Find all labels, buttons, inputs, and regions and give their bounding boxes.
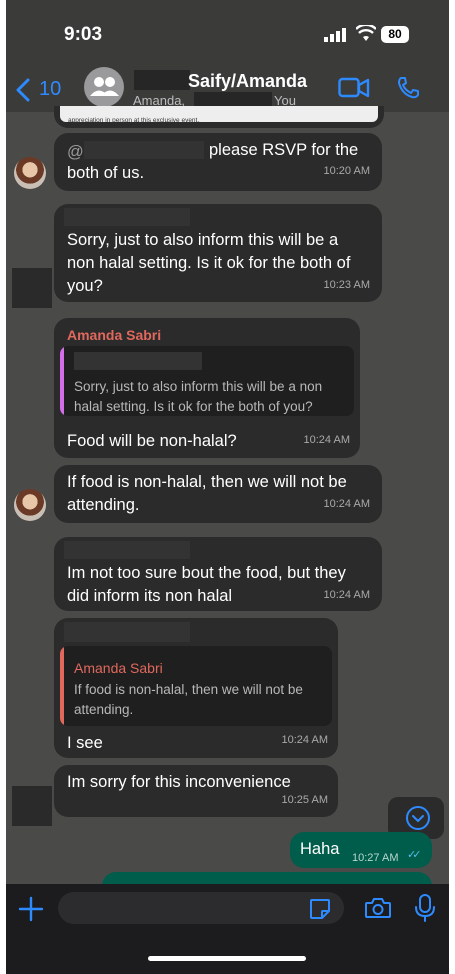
quote-text-line2: halal setting. Is it ok for the both of … xyxy=(74,399,313,414)
message-time: 10:27 AM xyxy=(352,852,399,864)
sender-avatar-redacted[interactable] xyxy=(12,268,52,308)
message-bubble[interactable]: Amanda Sabri Sorry, just to also inform … xyxy=(54,318,360,458)
quoted-message[interactable]: Sorry, just to also inform this will be … xyxy=(60,346,354,416)
message-time: 10:24 AM xyxy=(303,434,350,446)
redacted-name xyxy=(134,70,190,90)
quote-text-line2: attending. xyxy=(74,702,134,717)
redacted-mention xyxy=(84,141,204,159)
snippet-text: appreciation in person at this exclusive… xyxy=(68,117,200,124)
quote-text: If food is non-halal, then we will not b… xyxy=(74,682,303,697)
group-avatar-icon xyxy=(90,77,119,96)
message-text: Im sorry for this inconvenience xyxy=(67,773,291,791)
quoted-message[interactable]: Amanda Sabri If food is non-halal, then … xyxy=(60,646,332,726)
phone-icon[interactable] xyxy=(396,76,420,100)
message-time: 10:24 AM xyxy=(323,589,370,601)
message-text-line2: both of us. xyxy=(67,164,145,182)
group-avatar[interactable] xyxy=(84,67,124,107)
message-text-line2: did inform its non halal xyxy=(67,587,233,605)
signal-icon xyxy=(324,28,346,42)
message-input[interactable] xyxy=(58,892,344,924)
message-bubble[interactable]: @ please RSVP for the both of us. 10:20 … xyxy=(54,133,382,191)
camera-icon[interactable] xyxy=(364,896,392,920)
mention-at: @ xyxy=(67,143,84,161)
message-text: Food will be non-halal? xyxy=(67,432,237,450)
read-receipt-icon: ✓✓ xyxy=(407,849,422,861)
message-time: 10:23 AM xyxy=(323,279,370,291)
quote-text: Sorry, just to also inform this will be … xyxy=(74,379,323,394)
message-text-line3: you? xyxy=(67,277,103,295)
message-text: Sorry, just to also inform this will be … xyxy=(67,231,339,249)
message-time: 10:20 AM xyxy=(323,165,370,177)
message-bubble[interactable]: If food is non-halal, then we will not b… xyxy=(54,465,382,523)
sender-avatar[interactable] xyxy=(14,489,46,521)
message-text-line2: non halal setting. Is it ok for the both… xyxy=(67,254,351,272)
chat-title[interactable]: Saify/Amanda xyxy=(188,71,307,92)
wifi-icon xyxy=(356,25,376,41)
redacted-sender xyxy=(64,208,190,226)
unread-count[interactable]: 10 xyxy=(39,78,61,101)
message-time: 10:24 AM xyxy=(323,498,370,510)
phone-screen: 9:03 80 10 Saify/Amanda Amanda, You appr… xyxy=(6,0,449,974)
message-time: 10:25 AM xyxy=(281,794,328,806)
microphone-icon[interactable] xyxy=(414,893,436,923)
outgoing-message-bubble[interactable]: Haha 10:27 AM ✓✓ xyxy=(290,832,432,868)
home-indicator[interactable] xyxy=(148,956,306,961)
previous-message-snippet: appreciation in person at this exclusive… xyxy=(54,106,384,128)
message-text: Haha xyxy=(300,840,340,858)
chat-header: 9:03 80 10 Saify/Amanda Amanda, You xyxy=(6,0,449,112)
quote-bar xyxy=(60,346,64,416)
sticker-icon[interactable] xyxy=(308,897,332,921)
video-call-icon[interactable] xyxy=(338,77,370,99)
snippet-caption-box: appreciation in person at this exclusive… xyxy=(60,106,378,124)
message-bubble[interactable]: Sorry, just to also inform this will be … xyxy=(54,204,382,302)
back-chevron-icon[interactable] xyxy=(14,78,34,102)
message-text: If food is non-halal, then we will not b… xyxy=(67,473,347,491)
sender-avatar-redacted[interactable] xyxy=(12,786,52,826)
message-text: I see xyxy=(67,734,103,752)
redacted-sender xyxy=(64,541,190,559)
message-text: please RSVP for the xyxy=(209,141,359,159)
redacted-sender xyxy=(64,622,190,642)
message-text-line2: attending. xyxy=(67,496,140,514)
message-bubble[interactable]: Im not too sure bout the food, but they … xyxy=(54,537,382,611)
quote-sender-name: Amanda Sabri xyxy=(74,660,163,676)
status-time: 9:03 xyxy=(64,24,103,45)
sender-avatar[interactable] xyxy=(14,157,46,189)
message-bubble[interactable]: Im sorry for this inconvenience 10:25 AM xyxy=(54,765,338,817)
message-text: Im not too sure bout the food, but they xyxy=(67,564,346,582)
sender-name: Amanda Sabri xyxy=(67,327,162,343)
message-bubble[interactable]: Amanda Sabri If food is non-halal, then … xyxy=(54,618,338,758)
quote-bar xyxy=(60,646,64,726)
message-time: 10:24 AM xyxy=(281,734,328,746)
redacted-quote-name xyxy=(74,352,202,370)
battery-indicator: 80 xyxy=(381,26,409,43)
plus-icon[interactable] xyxy=(18,896,44,922)
